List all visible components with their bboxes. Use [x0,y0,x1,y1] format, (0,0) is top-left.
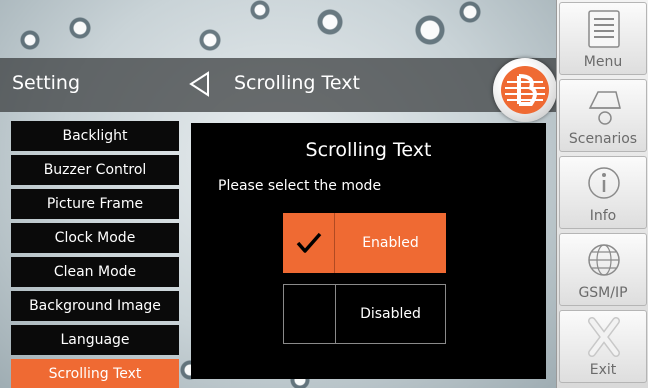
side-item-background-image[interactable]: Background Image [11,291,179,321]
dialog-prompt: Please select the mode [218,178,382,194]
section-label: Setting [12,72,81,94]
settings-menu: Backlight Buzzer Control Picture Frame C… [11,121,179,388]
side-item-label: Backlight [62,128,128,144]
disabled-option-button[interactable]: Disabled [283,284,446,344]
side-item-picture-frame[interactable]: Picture Frame [11,189,179,219]
side-item-label: Buzzer Control [43,162,147,178]
side-item-buzzer-control[interactable]: Buzzer Control [11,155,179,185]
gsm-ip-button-label: GSM/IP [578,285,628,301]
option-label: Enabled [362,235,419,251]
globe-icon [588,244,620,276]
side-item-label: Clock Mode [54,230,136,246]
scenarios-button-label: Scenarios [568,131,638,147]
dialog-title: Scrolling Text [305,139,432,161]
page-title: Scrolling Text [234,72,360,94]
gsm-ip-button[interactable]: GSM/IP [559,233,647,306]
side-item-backlight[interactable]: Backlight [11,121,179,151]
right-nav-panel: Menu Scenarios Info GSM/IP Exit [556,0,648,388]
enabled-option-button[interactable]: Enabled [283,213,446,273]
exit-x-icon [588,317,620,357]
side-item-scrolling-text[interactable]: Scrolling Text [11,359,179,388]
scenarios-icon [588,91,621,125]
scrolling-text-dialog: Scrolling Text Please select the mode En… [191,123,546,379]
option-label: Disabled [360,306,421,322]
side-item-label: Background Image [29,298,161,314]
exit-button-label: Exit [589,362,617,378]
info-button[interactable]: Info [559,156,647,229]
scenarios-button[interactable]: Scenarios [559,79,647,152]
side-item-label: Clean Mode [53,264,137,280]
disabled-check-cell [284,285,336,343]
menu-button[interactable]: Menu [559,2,647,75]
enabled-check-cell [283,213,335,273]
info-icon [588,167,620,199]
brand-logo [493,58,557,122]
side-item-clean-mode[interactable]: Clean Mode [11,257,179,287]
back-arrow-icon[interactable] [188,71,210,97]
side-item-clock-mode[interactable]: Clock Mode [11,223,179,253]
side-item-label: Picture Frame [46,196,144,212]
side-item-label: Scrolling Text [48,366,142,382]
checkmark-icon [296,232,321,253]
menu-list-icon [588,10,620,48]
menu-button-label: Menu [583,54,623,70]
side-item-language[interactable]: Language [11,325,179,355]
side-item-label: Language [60,332,130,348]
info-button-label: Info [589,208,617,224]
exit-button[interactable]: Exit [559,310,647,383]
